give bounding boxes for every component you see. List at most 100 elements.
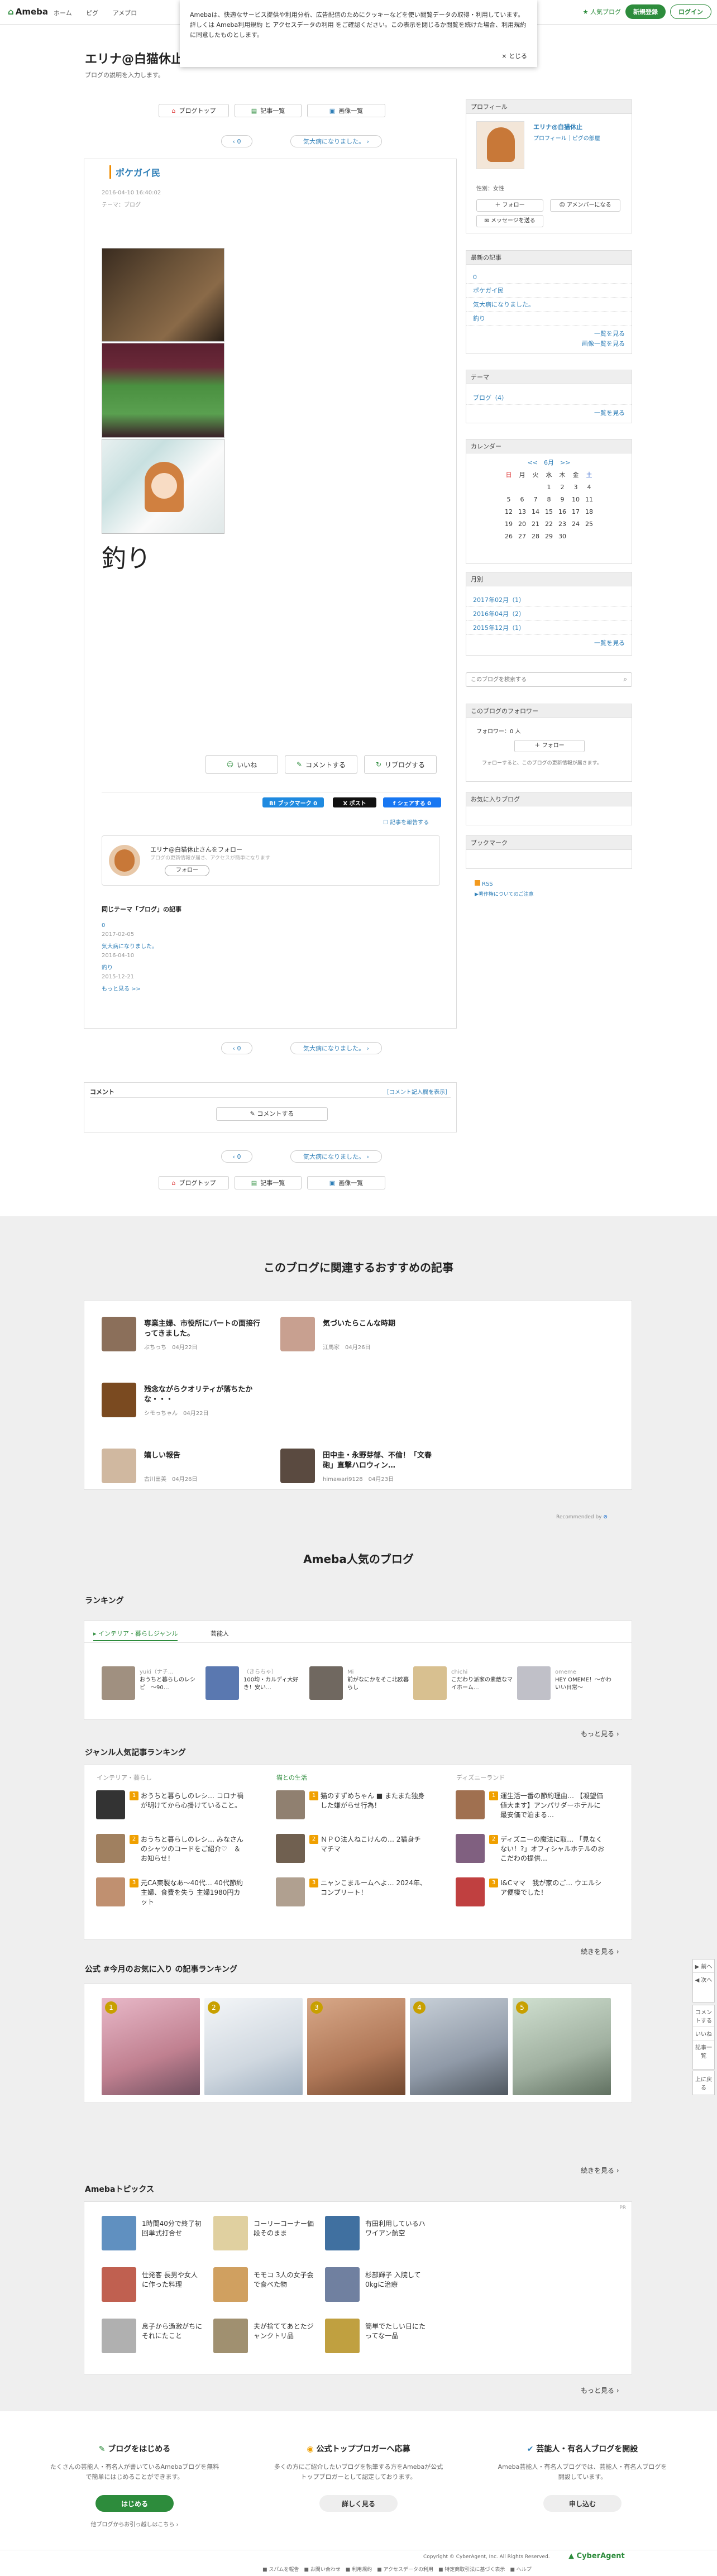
official-photo[interactable]: 2 bbox=[204, 1998, 303, 2095]
nav-pigg[interactable]: ピグ bbox=[86, 9, 98, 17]
official-photo[interactable]: 5 bbox=[513, 1998, 611, 2095]
comment-form-toggle[interactable]: ［コメント記入欄を表示］ bbox=[384, 1087, 451, 1096]
image-list-more[interactable]: 画像一覧を見る bbox=[466, 338, 632, 351]
archive-list-more[interactable]: 一覧を見る bbox=[466, 635, 632, 651]
report-article-link[interactable]: ☐ 記事を報告する bbox=[383, 818, 429, 826]
topic-item[interactable]: コーリーコーナー価段そのまま bbox=[213, 2216, 314, 2250]
game-screenshot-1[interactable] bbox=[102, 248, 224, 342]
facebook-share-button[interactable]: f シェアする 0 bbox=[383, 797, 441, 807]
search-icon[interactable]: ⌕ bbox=[623, 675, 627, 684]
genre-col-cat[interactable]: 猫との生活 bbox=[276, 1773, 307, 1782]
ranking-more-link[interactable]: もっと見る › bbox=[581, 1729, 619, 1738]
topic-item[interactable]: 1時間40分で終了初回単式打合せ bbox=[102, 2216, 202, 2250]
image-list-button[interactable]: ▣ 画像一覧 bbox=[307, 104, 385, 117]
article-list-button[interactable]: ▤ 記事一覧 bbox=[235, 104, 302, 117]
prev-rail-button[interactable]: ▶ 前へ bbox=[693, 1960, 714, 1973]
message-button[interactable]: ✉ メッセージを送る bbox=[476, 215, 543, 227]
profile-name[interactable]: エリナ@白猫休止 bbox=[533, 122, 582, 131]
related-item[interactable]: 田中圭・永野芽郁、不倫！「文春砲」直撃ハロウィン… himawari9128 04… bbox=[280, 1449, 448, 1488]
footer-links[interactable]: ■ スパムを報告 ■ お問い合わせ ■ 利用規約 ■ アクセスデータの利用 ■ … bbox=[262, 2565, 532, 2573]
related-item[interactable]: 残念ながらクオリティが落ちたかな・・・ シモっちゃん 04月22日 bbox=[102, 1383, 269, 1422]
migrate-blog-link[interactable]: 他ブログからお引っ越しはこちら › bbox=[48, 2520, 221, 2528]
like-button[interactable]: ☺ いいね bbox=[205, 755, 278, 774]
avatar-screenshot[interactable] bbox=[102, 439, 224, 534]
genre-col-interior[interactable]: インテリア・暮らし bbox=[97, 1773, 152, 1782]
popular-blog-link[interactable]: ★ 人気ブログ bbox=[583, 7, 621, 16]
cyberagent-logo[interactable]: ▲ CyberAgent bbox=[568, 2552, 625, 2560]
related-item[interactable]: 嬉しい報告 古川出美 04月26日 bbox=[102, 1449, 269, 1488]
genre-item[interactable]: 3 元CA東製なあ〜40代… 40代節約主婦、食費を失う 主婦1980円カット bbox=[96, 1877, 247, 1911]
genre-item[interactable]: 3 ニャンこまルームへよ… 2024年、コンプリート！ bbox=[276, 1877, 427, 1911]
genre-item[interactable]: 2 ディズニーの魔法に取… 「見なくない！?」オフィシャルホテルのおこだわの提供… bbox=[456, 1834, 606, 1867]
profile-links[interactable]: プロフィール｜ピグの部屋 bbox=[533, 133, 600, 142]
blog-search-input[interactable] bbox=[466, 673, 611, 686]
topic-item[interactable]: モモコ 3人の女子会で食べた物 bbox=[213, 2267, 314, 2302]
followers-follow-button[interactable]: ＋ フォロー bbox=[514, 740, 585, 752]
related-item[interactable]: 気づいたらこんな時期 江馬家 04月26日 bbox=[280, 1317, 448, 1356]
genre-col-disney[interactable]: ディズニーランド bbox=[456, 1773, 505, 1782]
theme-item[interactable]: ブログ（4） bbox=[466, 391, 632, 405]
rss-link[interactable]: RSS bbox=[475, 880, 493, 887]
same-theme-more-link[interactable]: もっと見る >> bbox=[102, 985, 241, 994]
prev-article-link-footer[interactable]: ‹ 0 bbox=[221, 1150, 252, 1163]
official-photo[interactable]: 4 bbox=[410, 1998, 508, 2095]
nav-home[interactable]: ホーム bbox=[54, 9, 72, 17]
genre-item[interactable]: 1 猫のすずめちゃん ■ またまた独身した嫌がらせ行為！ bbox=[276, 1790, 427, 1824]
profile-follow-button[interactable]: ＋ フォロー bbox=[476, 199, 543, 212]
topic-item[interactable]: 簡単でたしい日にたってな一品 bbox=[325, 2319, 426, 2353]
amember-button[interactable]: ☺ アメンバーになる bbox=[550, 199, 620, 212]
start-blog-button[interactable]: はじめる bbox=[95, 2495, 174, 2512]
topic-item[interactable]: 息子から過激がちにそれにたこと bbox=[102, 2319, 202, 2353]
official-photo[interactable]: 1 bbox=[102, 1998, 200, 2095]
archive-item[interactable]: 2016年04月（2） bbox=[466, 607, 632, 621]
x-post-button[interactable]: X ポスト bbox=[333, 797, 376, 807]
cookie-close-button[interactable]: × とじる bbox=[501, 51, 527, 61]
blog-title[interactable]: エリナ@白猫休止中 bbox=[85, 49, 195, 67]
signup-button[interactable]: 新規登録 bbox=[625, 4, 666, 19]
article-list-button-bottom[interactable]: ▤ 記事一覧 bbox=[235, 1176, 302, 1189]
ranking-item[interactable]: chichi こだわり派家の素敵なマイホーム… bbox=[413, 1666, 514, 1705]
follow-button[interactable]: フォロー bbox=[165, 865, 209, 876]
genre-more-link[interactable]: 続きを見る › bbox=[581, 1947, 619, 1956]
game-screenshot-2[interactable] bbox=[102, 343, 224, 438]
genre-item[interactable]: 1 おうちと暮らしのレシ… コロナ禍が明けてから心掛けていること。 bbox=[96, 1790, 247, 1824]
recent-item[interactable]: ポケガイ民 bbox=[466, 284, 632, 298]
genre-item[interactable]: 2 おうちと暮らしのレシ… みなさんのシャツのコードをご紹介♡ ＆お知らせ！ bbox=[96, 1834, 247, 1867]
blog-top-button[interactable]: ⌂ ブログトップ bbox=[159, 104, 229, 117]
ranking-item[interactable]: omeme HEY OMEME！〜かわいい日常〜 bbox=[517, 1666, 618, 1705]
article-theme[interactable]: テーマ：ブログ bbox=[102, 200, 141, 208]
login-button[interactable]: ログイン bbox=[670, 4, 711, 19]
genre-item[interactable]: 3 I&Cママ 我が家のご… ウエルシア便棲でした！ bbox=[456, 1877, 606, 1911]
recent-item[interactable]: 気大病になりました。 bbox=[466, 298, 632, 312]
ameba-logo[interactable]: ⌂ Ameba bbox=[8, 7, 48, 17]
topic-item[interactable]: 杉部輝子 入院して0kgに治療 bbox=[325, 2267, 426, 2302]
comment-button[interactable]: ✎ コメントする bbox=[285, 755, 357, 774]
topic-item[interactable]: 仕発客 長男や女人に作った料理 bbox=[102, 2267, 202, 2302]
topic-item[interactable]: 夫が捨ててあとたジャンクトリ品 bbox=[213, 2319, 314, 2353]
back-to-top[interactable]: 上に戻る bbox=[692, 2071, 715, 2095]
ranking-tab-celebrity[interactable]: 芸能人 bbox=[211, 1629, 229, 1638]
genre-item[interactable]: 1 運生活一番の節約理由… 【凝望価値大ます】アンパサダーホテルに最安価で泊まる… bbox=[456, 1790, 606, 1824]
topic-item[interactable]: 有田利用しているハワイアン航空 bbox=[325, 2216, 426, 2250]
recent-item[interactable]: 釣り bbox=[466, 312, 632, 326]
official-more-link[interactable]: 続きを見る › bbox=[581, 2166, 619, 2175]
related-item[interactable]: 専業主婦、市役所にパートの面接行ってきました。 ぶちっち 04月22日 bbox=[102, 1317, 269, 1356]
ranking-item[interactable]: yuki（ナチ… おうちと暮らしのレシピ 〜90… bbox=[102, 1666, 202, 1705]
archive-item[interactable]: 2015年12月（1） bbox=[466, 621, 632, 635]
prev-article-link-bottom[interactable]: ‹ 0 bbox=[221, 1042, 252, 1054]
ranking-item[interactable]: （きらちゃ） 100均・カルディ大好き！安い… bbox=[205, 1666, 306, 1705]
official-blogger-button[interactable]: 詳しく見る bbox=[319, 2495, 398, 2512]
genre-item[interactable]: 2 ＮＰＯ法人ねこけんの… 2猫身チマチマ bbox=[276, 1834, 427, 1867]
topics-more-link[interactable]: もっと見る › bbox=[581, 2386, 619, 2395]
calendar-month[interactable]: << 6月 >> bbox=[466, 457, 632, 469]
ranking-item[interactable]: Mi 前がなにかをそこ北欧暮らし bbox=[309, 1666, 410, 1705]
archive-item[interactable]: 2017年02月（1） bbox=[466, 593, 632, 607]
hatena-bookmark-button[interactable]: B! ブックマーク 0 bbox=[262, 797, 324, 807]
list-rail-button[interactable]: 記事一覧 bbox=[693, 2040, 714, 2062]
same-theme-item[interactable]: 釣り bbox=[102, 964, 241, 973]
nav-ameblo[interactable]: アメブロ bbox=[113, 9, 137, 17]
like-rail-button[interactable]: いいね bbox=[693, 2027, 714, 2040]
ranking-tab-interior[interactable]: ▸ インテリア・暮らしジャンル bbox=[93, 1629, 178, 1641]
official-photo[interactable]: 3 bbox=[307, 1998, 405, 2095]
theme-list-more[interactable]: 一覧を見る bbox=[466, 405, 632, 420]
